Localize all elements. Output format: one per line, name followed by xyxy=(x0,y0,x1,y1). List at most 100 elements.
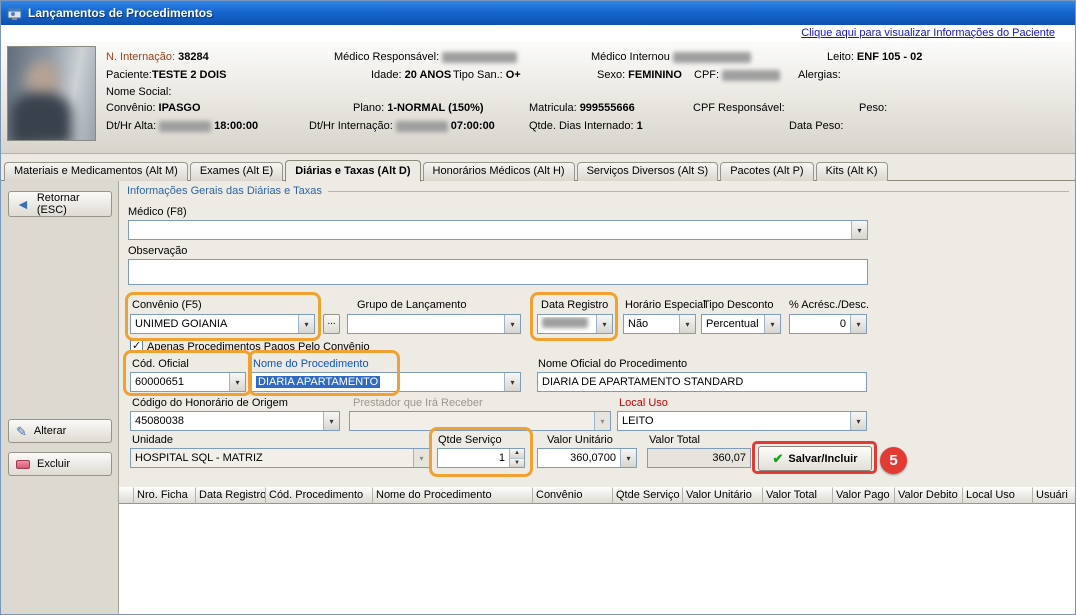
acresc-combobox[interactable]: 0 ▾ xyxy=(789,314,867,334)
chevron-down-icon[interactable]: ▾ xyxy=(851,221,867,239)
field-qtde-dias: Qtde. Dias Internado: 1 xyxy=(529,120,643,132)
chevron-down-icon[interactable]: ▾ xyxy=(679,315,695,333)
step-badge: 5 xyxy=(880,447,907,474)
chevron-down-icon[interactable]: ▾ xyxy=(850,412,866,430)
qtde-servico-stepper[interactable]: 1 ▲ ▼ xyxy=(437,448,525,468)
column-cod-procedimento[interactable]: Cód. Procedimento xyxy=(266,487,373,504)
column-valor-debito[interactable]: Valor Debito xyxy=(895,487,963,504)
sidebar: ◄ Retornar (ESC) ✎ Alterar Excluir xyxy=(1,181,119,615)
eraser-icon xyxy=(16,460,30,469)
tipo-desconto-combobox[interactable]: Percentual ▾ xyxy=(701,314,781,334)
column-nome-procedimento[interactable]: Nome do Procedimento xyxy=(373,487,533,504)
grupo-label: Grupo de Lançamento xyxy=(357,299,466,311)
column-usuario[interactable]: Usuári xyxy=(1033,487,1076,504)
nome-procedimento-label: Nome do Procedimento xyxy=(253,358,369,370)
field-idade: Idade: 20 ANOS xyxy=(371,69,451,81)
column-valor-total[interactable]: Valor Total xyxy=(763,487,833,504)
medico-label: Médico (F8) xyxy=(128,206,187,218)
redacted-value xyxy=(542,317,588,328)
horario-especial-combobox[interactable]: Não ▾ xyxy=(623,314,696,334)
patient-photo xyxy=(7,46,96,141)
redacted-value xyxy=(722,70,780,81)
tab-diarias-taxas[interactable]: Diárias e Taxas (Alt D) xyxy=(285,160,420,182)
salvar-incluir-label: Salvar/Incluir xyxy=(788,453,857,465)
redacted-value xyxy=(442,52,517,63)
field-medico-internou: Médico Internou xyxy=(591,51,751,63)
column-nro-ficha[interactable]: Nro. Ficha xyxy=(134,487,196,504)
column-data-registro[interactable]: Data Registro xyxy=(196,487,266,504)
column-convenio[interactable]: Convênio xyxy=(533,487,613,504)
apenas-pagos-checkbox[interactable]: ✓ xyxy=(130,340,143,353)
spin-up-icon[interactable]: ▲ xyxy=(510,449,524,459)
field-leito: Leito: ENF 105 - 02 xyxy=(827,51,922,63)
column-valor-unitario[interactable]: Valor Unitário xyxy=(683,487,763,504)
patient-header: N. Internação: 38284 Médico Responsável:… xyxy=(1,42,1075,154)
column-qtde-servico[interactable]: Qtde Serviço xyxy=(613,487,683,504)
excluir-button[interactable]: Excluir xyxy=(8,452,112,476)
field-sexo: Sexo: FEMININO xyxy=(597,69,682,81)
chevron-down-icon[interactable]: ▾ xyxy=(323,412,339,430)
tab-exames[interactable]: Exames (Alt E) xyxy=(190,162,283,181)
patient-photo-blur xyxy=(10,93,72,141)
field-cpf: CPF: xyxy=(694,69,780,81)
grupo-lancamento-combobox[interactable]: ▾ xyxy=(347,314,521,334)
alterar-label: Alterar xyxy=(34,425,66,437)
convenio-label: Convênio (F5) xyxy=(132,299,202,311)
chevron-down-icon[interactable]: ▾ xyxy=(229,373,245,391)
tab-materiais-medicamentos[interactable]: Materiais e Medicamentos (Alt M) xyxy=(4,162,188,181)
chevron-down-icon[interactable]: ▾ xyxy=(764,315,780,333)
chevron-down-icon[interactable]: ▾ xyxy=(850,315,866,333)
local-uso-label: Local Uso xyxy=(619,397,668,409)
medico-combobox[interactable]: ▾ xyxy=(128,220,868,240)
prestador-combobox: ▾ xyxy=(349,411,611,431)
selected-text: DIARIA APARTAMENTO xyxy=(256,376,380,388)
valor-total-field: 360,07 xyxy=(647,448,751,468)
salvar-incluir-button[interactable]: ✔ Salvar/Incluir xyxy=(758,446,872,471)
retornar-label: Retornar (ESC) xyxy=(37,192,111,216)
spin-down-icon[interactable]: ▼ xyxy=(510,459,524,468)
chevron-down-icon[interactable]: ▾ xyxy=(620,449,636,467)
window-title: Lançamentos de Procedimentos xyxy=(28,6,213,20)
column-local-uso[interactable]: Local Uso xyxy=(963,487,1033,504)
prestador-label: Prestador que Irá Receber xyxy=(353,397,483,409)
apenas-pagos-label[interactable]: Apenas Procedimentos Pagos Pelo Convênio xyxy=(147,341,370,353)
cod-oficial-combobox[interactable]: 60000651 ▾ xyxy=(130,372,246,392)
field-tipo-san: Tipo San.: O+ xyxy=(453,69,521,81)
observacao-input[interactable] xyxy=(128,259,868,285)
nome-procedimento-combobox[interactable]: DIARIA APARTAMENTO ▾ xyxy=(251,372,521,392)
app-icon xyxy=(7,6,22,21)
retornar-button[interactable]: ◄ Retornar (ESC) xyxy=(8,191,112,217)
nome-oficial-input[interactable]: DIARIA DE APARTAMENTO STANDARD xyxy=(537,372,867,392)
valor-unitario-label: Valor Unitário xyxy=(547,434,613,446)
link-bar: Clique aqui para visualizar Informações … xyxy=(1,25,1075,42)
valor-unitario-combobox[interactable]: 360,0700 ▾ xyxy=(537,448,637,468)
patient-info-link[interactable]: Clique aqui para visualizar Informações … xyxy=(801,27,1055,39)
results-table-body xyxy=(119,504,1076,615)
data-registro-label: Data Registro xyxy=(541,299,608,311)
tab-pacotes[interactable]: Pacotes (Alt P) xyxy=(720,162,813,181)
local-uso-combobox[interactable]: LEITO ▾ xyxy=(617,411,867,431)
tab-kits[interactable]: Kits (Alt K) xyxy=(816,162,888,181)
nome-oficial-label: Nome Oficial do Procedimento xyxy=(538,358,687,370)
row-marker-column xyxy=(119,487,134,504)
green-check-icon: ✔ xyxy=(773,451,784,467)
chevron-down-icon[interactable]: ▾ xyxy=(596,315,612,333)
tab-honorarios-medicos[interactable]: Honorários Médicos (Alt H) xyxy=(423,162,575,181)
chevron-down-icon[interactable]: ▾ xyxy=(298,315,314,333)
chevron-down-icon[interactable]: ▾ xyxy=(504,315,520,333)
cod-honorario-combobox[interactable]: 45080038 ▾ xyxy=(130,411,340,431)
field-convenio: Convênio: IPASGO xyxy=(106,102,201,114)
valor-total-label: Valor Total xyxy=(649,434,700,446)
redacted-value xyxy=(673,52,751,63)
redacted-value xyxy=(159,121,211,132)
field-paciente: Paciente: TESTE 2 DOIS xyxy=(106,69,226,81)
convenio-combobox[interactable]: UNIMED GOIANIA ▾ xyxy=(130,314,315,334)
field-nome-social: Nome Social: xyxy=(106,86,171,98)
alterar-button[interactable]: ✎ Alterar xyxy=(8,419,112,443)
data-registro-combobox[interactable]: ▾ xyxy=(537,314,613,334)
chevron-down-icon[interactable]: ▾ xyxy=(504,373,520,391)
field-alergias: Alergias: xyxy=(798,69,841,81)
column-valor-pago[interactable]: Valor Pago xyxy=(833,487,895,504)
tab-servicos-diversos[interactable]: Serviços Diversos (Alt S) xyxy=(577,162,719,181)
convenio-browse-button[interactable]: ... xyxy=(323,314,340,334)
